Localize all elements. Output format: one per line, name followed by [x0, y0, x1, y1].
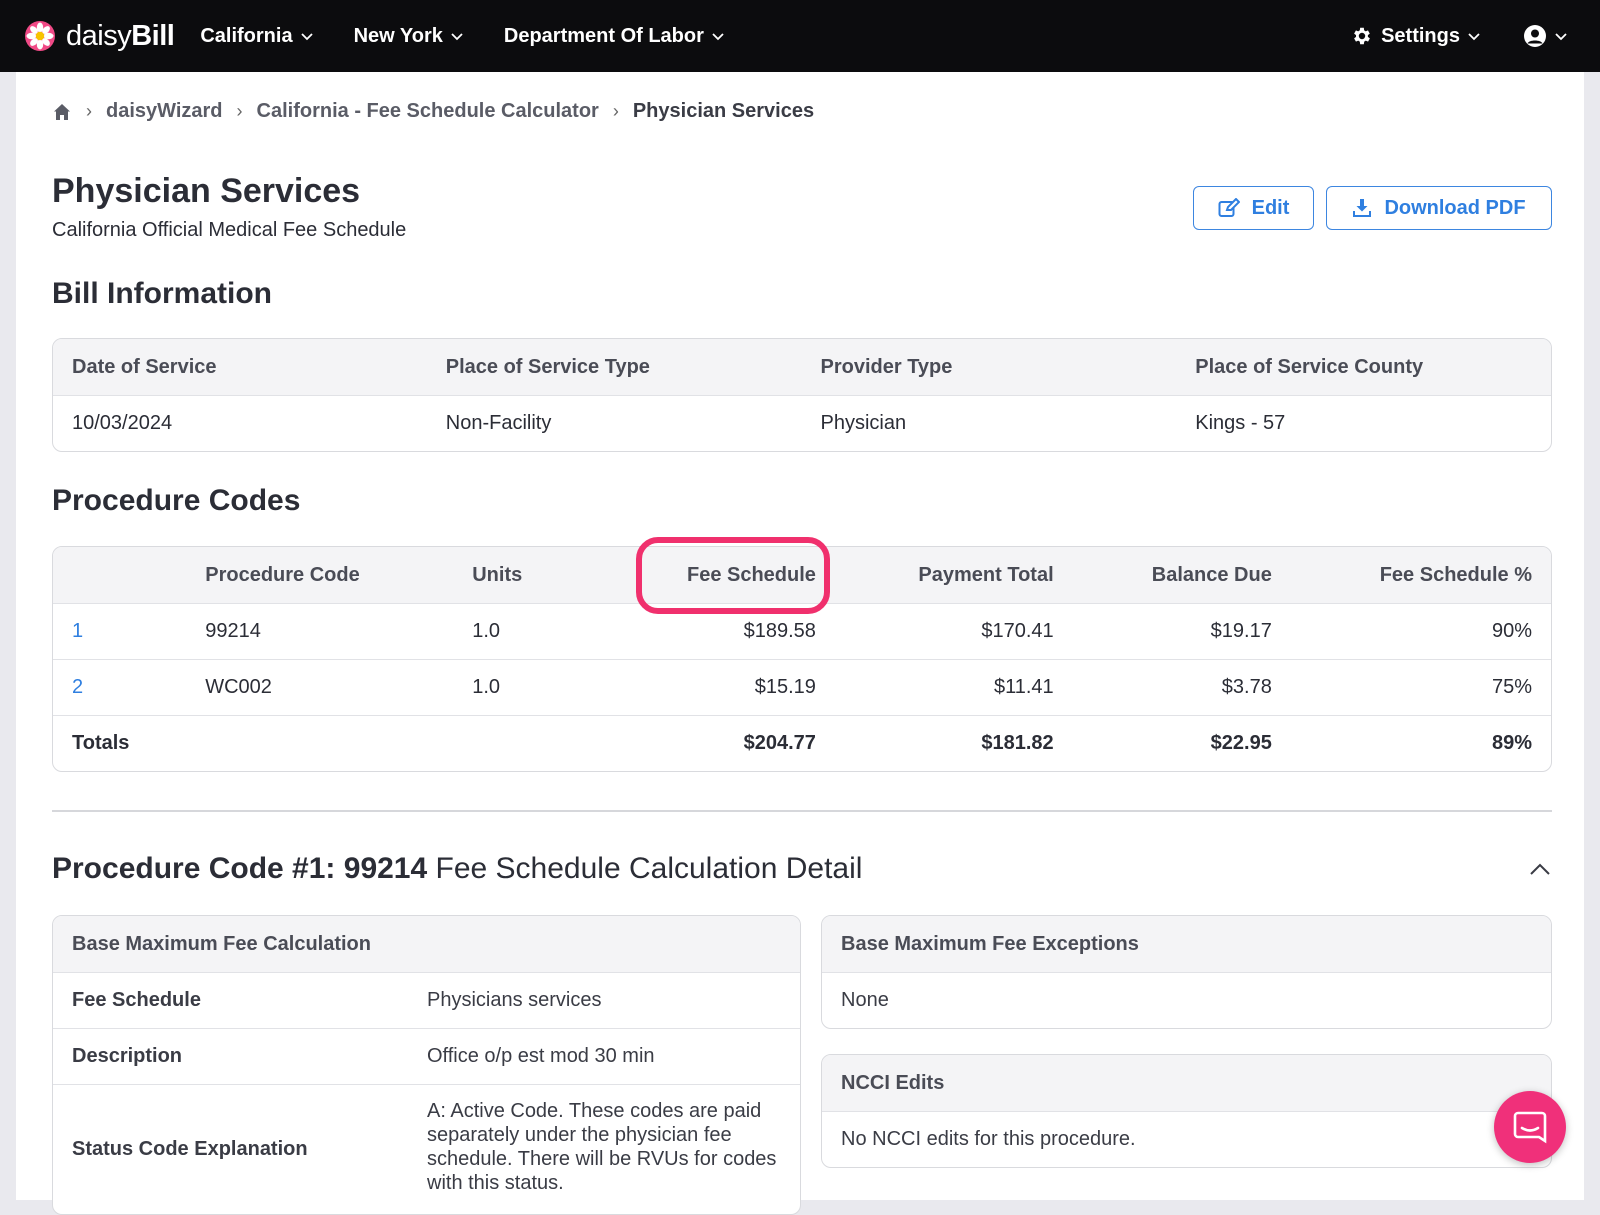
bill-information-table: Date of Service Place of Service Type Pr…	[52, 338, 1552, 452]
fee-schedule: $189.58	[743, 620, 816, 642]
column-header: Fee Schedule %	[1379, 563, 1532, 586]
page-container: › daisyWizard › California - Fee Schedul…	[16, 72, 1584, 1215]
table-row: Description Office o/p est mod 30 min	[53, 1028, 800, 1084]
bill-information-title: Bill Information	[52, 277, 272, 310]
logo-text: daisyBill	[66, 19, 175, 52]
units: 1.0	[472, 620, 501, 642]
breadcrumb-fee-schedule-calculator[interactable]: California - Fee Schedule Calculator	[257, 100, 599, 123]
procedure-code: WC002	[205, 676, 272, 698]
breadcrumb-daisywizard[interactable]: daisyWizard	[106, 100, 223, 123]
table-header-row: Date of Service Place of Service Type Pr…	[53, 339, 1551, 395]
calculation-detail-title: Procedure Code #1: 99214 Fee Schedule Ca…	[52, 852, 863, 885]
row-label: Fee Schedule	[72, 989, 201, 1011]
section-divider	[52, 810, 1552, 812]
breadcrumb-current: Physician Services	[632, 100, 815, 122]
chevron-down-icon	[300, 33, 313, 41]
download-icon	[1353, 199, 1372, 217]
table-row: 2 WC002 1.0 $15.19 $11.41 $3.78 75%	[53, 659, 1551, 715]
procedure-code: 99214	[205, 620, 261, 642]
column-header: Provider Type	[820, 355, 953, 378]
breadcrumb-separator: ›	[86, 101, 92, 121]
row-label: Status Code Explanation	[72, 1138, 308, 1160]
fee-schedule-percent: 75%	[1491, 676, 1532, 698]
user-menu[interactable]	[1523, 24, 1568, 48]
column-header: Balance Due	[1151, 563, 1272, 586]
base-maximum-fee-exceptions: Base Maximum Fee Exceptions None	[821, 915, 1552, 1029]
units: 1.0	[472, 676, 501, 698]
nav-new-york-label: New York	[353, 24, 443, 47]
chat-launcher-button[interactable]	[1494, 1091, 1566, 1163]
nav-california-label: California	[200, 24, 293, 47]
totals-row: Totals $204.77 $181.82 $22.95 89%	[53, 715, 1551, 771]
chat-icon	[1513, 1111, 1547, 1144]
settings-label: Settings	[1381, 24, 1460, 47]
chevron-down-icon	[1468, 33, 1480, 41]
fee-schedule: $15.19	[754, 676, 816, 698]
row-value: Physicians services	[427, 989, 602, 1011]
top-navbar: daisyBill California New York Department…	[0, 0, 1600, 72]
column-header: Units	[472, 563, 523, 586]
payment-total: $11.41	[993, 676, 1054, 698]
table-row: Status Code Explanation A: Active Code. …	[53, 1084, 800, 1214]
edit-button[interactable]: Edit	[1193, 186, 1314, 230]
chevron-down-icon	[451, 33, 463, 41]
card-header: NCCI Edits	[822, 1055, 1551, 1111]
ncci-edits: NCCI Edits No NCCI edits for this proced…	[821, 1054, 1552, 1168]
column-header: Date of Service	[72, 355, 217, 378]
settings-menu[interactable]: Settings	[1351, 25, 1481, 48]
download-pdf-label: Download PDF	[1384, 196, 1526, 219]
home-icon[interactable]	[52, 102, 72, 122]
edit-icon	[1218, 198, 1240, 217]
breadcrumb-separator: ›	[612, 101, 619, 121]
total-payment: $181.82	[981, 732, 1054, 754]
daisy-flower-icon	[25, 21, 55, 51]
total-fee-schedule: $204.77	[743, 732, 816, 754]
balance-due: $19.17	[1210, 620, 1272, 642]
column-header: Place of Service Type	[445, 355, 650, 378]
total-balance-due: $22.95	[1210, 732, 1272, 754]
total-fee-schedule-percent: 89%	[1491, 732, 1532, 754]
chevron-down-icon	[1555, 33, 1567, 41]
column-header: Place of Service County	[1195, 355, 1424, 378]
balance-due: $3.78	[1221, 676, 1272, 698]
procedure-link-2[interactable]: 2	[53, 676, 186, 699]
procedure-codes-title: Procedure Codes	[52, 484, 301, 517]
table-row: Fee Schedule Physicians services	[53, 972, 800, 1028]
chevron-up-icon[interactable]	[1528, 858, 1552, 882]
nav-department-of-labor[interactable]: Department Of Labor	[504, 25, 725, 48]
fee-schedule-highlight-ring	[636, 537, 830, 614]
daisybill-logo[interactable]: daisyBill	[24, 19, 175, 53]
nav-new-york[interactable]: New York	[354, 25, 464, 48]
procedure-link-1[interactable]: 1	[53, 620, 186, 643]
breadcrumb-separator: ›	[236, 101, 243, 121]
table-row: 10/03/2024 Non-Facility Physician Kings …	[53, 395, 1551, 451]
ncci-value: No NCCI edits for this procedure.	[822, 1111, 1551, 1167]
row-label: Description	[72, 1045, 183, 1067]
place-of-service-county: Kings - 57	[1195, 412, 1286, 434]
date-of-service: 10/03/2024	[72, 412, 173, 434]
edit-button-label: Edit	[1251, 196, 1290, 219]
place-of-service-type: Non-Facility	[445, 412, 552, 434]
fee-schedule-percent: 90%	[1491, 620, 1532, 642]
breadcrumb: › daisyWizard › California - Fee Schedul…	[52, 100, 814, 123]
gear-icon	[1354, 27, 1370, 45]
column-header: Payment Total	[918, 563, 1054, 586]
page-subtitle: California Official Medical Fee Schedule	[52, 219, 407, 241]
chevron-down-icon	[712, 33, 724, 41]
user-circle-icon	[1524, 25, 1546, 47]
base-maximum-fee-calculation: Base Maximum Fee Calculation Fee Schedul…	[52, 915, 801, 1215]
exceptions-value: None	[822, 972, 1551, 1028]
download-pdf-button[interactable]: Download PDF	[1326, 186, 1552, 230]
page-title: Physician Services	[52, 172, 361, 210]
row-value: Office o/p est mod 30 min	[427, 1045, 655, 1067]
totals-label: Totals	[72, 732, 130, 754]
nav-dol-label: Department Of Labor	[503, 24, 704, 47]
card-header: Base Maximum Fee Exceptions	[822, 916, 1551, 972]
provider-type: Physician	[820, 412, 907, 434]
row-value: A: Active Code. These codes are paid sep…	[427, 1100, 777, 1194]
nav-california[interactable]: California	[200, 25, 313, 48]
card-header: Base Maximum Fee Calculation	[53, 916, 800, 972]
column-header: Procedure Code	[205, 563, 360, 586]
payment-total: $170.41	[981, 620, 1054, 642]
